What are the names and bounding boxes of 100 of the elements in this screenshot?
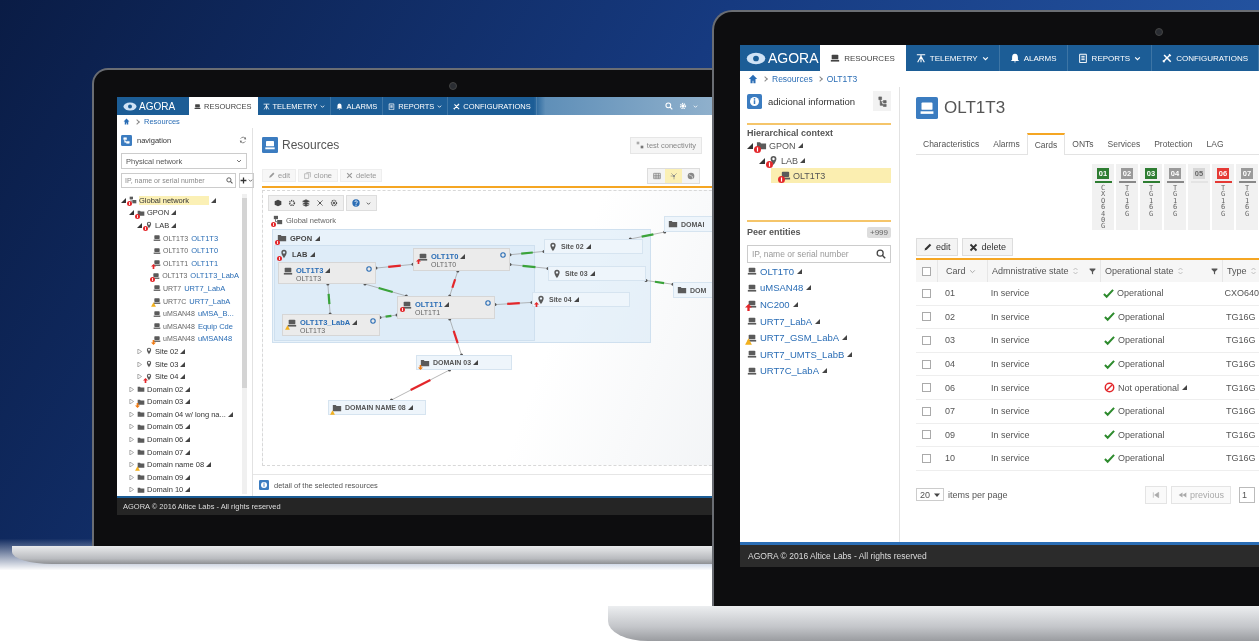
grid-icon [652, 171, 661, 180]
topology-view-button[interactable] [665, 168, 682, 183]
tree-item[interactable]: GPON [747, 138, 891, 153]
tree-view-button[interactable] [873, 91, 891, 111]
search-icon[interactable] [876, 249, 886, 259]
refresh-icon[interactable] [239, 136, 247, 144]
checkbox[interactable] [922, 406, 931, 416]
checkbox[interactable] [922, 430, 931, 440]
tab[interactable]: Alarms [986, 133, 1027, 154]
folder-icon [277, 233, 287, 243]
home-icon[interactable] [748, 74, 758, 84]
nav-tab[interactable]: TELEMETRY [905, 45, 1000, 71]
page-title: OLT1T3 [944, 98, 1006, 118]
tab[interactable]: Cards [1026, 133, 1066, 155]
tree-label: LAB [781, 155, 798, 166]
add-button[interactable] [239, 173, 254, 188]
delete-button[interactable]: delete [961, 238, 1014, 256]
port-ring-icon [485, 300, 491, 306]
collapsed-toggle-icon[interactable] [137, 348, 142, 354]
page-size-label: items per page [948, 489, 1008, 500]
globe-view-button[interactable] [682, 168, 699, 183]
scrollbar[interactable] [242, 194, 247, 494]
search-field[interactable]: IP, name or serial number [747, 245, 891, 263]
peer-entity-link[interactable]: NC200 [747, 296, 891, 313]
cube-icon[interactable] [274, 199, 282, 207]
device-icon [153, 334, 161, 343]
menu-caret-icon [171, 223, 177, 228]
expanded-toggle-icon[interactable] [747, 142, 753, 149]
expanded-toggle-icon[interactable] [129, 210, 134, 216]
nav-tab[interactable]: CONFIGURATIONS [1152, 45, 1259, 71]
nav-tab[interactable]: RESOURCES [820, 45, 906, 71]
checkbox[interactable] [922, 383, 931, 393]
settings-icon[interactable] [679, 102, 687, 110]
section-title: Peer entities [747, 227, 801, 237]
checkbox[interactable] [922, 336, 931, 345]
device-icon [830, 53, 841, 63]
folder-icon [668, 219, 678, 229]
expanded-toggle-icon[interactable] [121, 197, 126, 203]
table-cell: TG16G [1226, 429, 1256, 440]
column-header[interactable]: Card [937, 260, 987, 282]
gear-icon[interactable] [288, 199, 296, 207]
device-icon [262, 137, 278, 153]
gear-icon[interactable] [330, 199, 338, 207]
chevron-down-icon [248, 178, 253, 183]
tab[interactable]: Characteristics [916, 133, 987, 154]
collapsed-toggle-icon[interactable] [129, 424, 134, 430]
first-page-button[interactable] [1144, 485, 1167, 504]
collapsed-toggle-icon[interactable] [129, 487, 134, 493]
clipboard-icon [1077, 53, 1088, 63]
menu-caret-icon [211, 197, 217, 203]
menu-caret-icon [325, 268, 331, 273]
tab[interactable]: LAG [1199, 133, 1231, 154]
peer-entity-link[interactable]: URT7_LabA [747, 312, 891, 330]
layers-icon[interactable] [302, 199, 310, 207]
menu-caret-icon [821, 368, 827, 374]
checkbox[interactable] [922, 359, 931, 369]
page-size-select[interactable]: 20 [916, 488, 944, 502]
nav-tab[interactable]: ALARMS [999, 45, 1068, 71]
chevron-down-icon [981, 54, 989, 62]
page-number-field[interactable]: 1 [1239, 486, 1255, 503]
help-dropdown[interactable] [346, 195, 377, 211]
table-view-button[interactable] [648, 168, 665, 183]
table-cell: Operational [1118, 406, 1165, 417]
panel-title: adicional information [768, 95, 856, 107]
peer-entity-link[interactable]: URT7C_LabA [747, 362, 891, 380]
home-icon[interactable] [123, 118, 130, 125]
peer-entity-link[interactable]: uMSAN48 [747, 279, 891, 297]
checkbox[interactable] [922, 453, 931, 463]
menu-caret-icon [797, 143, 803, 148]
checkbox[interactable] [922, 312, 931, 322]
peer-entity-link[interactable]: URT7_UMTS_LabB [747, 345, 891, 363]
peer-entity-link[interactable]: URT7_GSM_LabA [747, 329, 891, 346]
tree-item[interactable]: OLT1T3 [771, 168, 891, 183]
close-icon [968, 242, 978, 252]
tab[interactable]: Services [1100, 133, 1148, 154]
checkbox[interactable] [922, 266, 931, 276]
column-header[interactable]: Admnistrative state [987, 260, 1100, 282]
edit-button[interactable]: edit [916, 238, 958, 256]
tree-label: OLT1T3 [793, 170, 826, 181]
pin-icon [145, 347, 153, 356]
search-icon[interactable] [226, 177, 233, 184]
nav-tab[interactable]: REPORTS [1067, 45, 1153, 71]
column-header[interactable]: Operational state [1100, 260, 1222, 282]
slot-status-line [1166, 181, 1184, 183]
tab[interactable]: Protection [1147, 133, 1200, 154]
filter-icon[interactable] [1211, 267, 1218, 275]
peer-entity-link[interactable]: OLT1T0 [747, 263, 891, 280]
filter-icon[interactable] [1089, 267, 1096, 275]
folder-icon [137, 208, 145, 217]
globe-icon [686, 171, 695, 180]
tab[interactable]: ONTs [1065, 133, 1101, 154]
tree-item[interactable]: LAB [759, 153, 891, 168]
column-header[interactable]: Type [1222, 260, 1259, 282]
checkbox[interactable] [921, 288, 931, 298]
expanded-toggle-icon[interactable] [759, 157, 765, 164]
chevron-down-icon [366, 200, 371, 206]
collapsed-toggle-icon[interactable] [137, 361, 142, 367]
expanded-toggle-icon[interactable] [137, 223, 142, 228]
breadcrumb-link[interactable]: Resources [772, 74, 813, 84]
breadcrumb-link[interactable]: OLT1T3 [826, 74, 858, 84]
